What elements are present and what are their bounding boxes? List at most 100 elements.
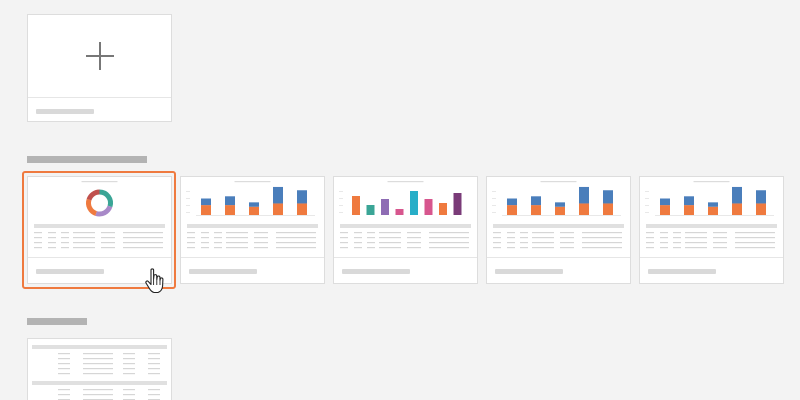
table-row bbox=[187, 232, 316, 234]
table-cell bbox=[646, 247, 654, 249]
table-cell bbox=[201, 247, 209, 249]
table-cell bbox=[354, 232, 362, 234]
bar-segment-blue bbox=[531, 196, 541, 206]
template-caption bbox=[342, 269, 410, 274]
table-cell bbox=[429, 242, 469, 244]
plus-icon[interactable] bbox=[85, 42, 114, 70]
table-row bbox=[187, 247, 316, 249]
table-cell bbox=[83, 353, 113, 355]
bar-segment-orange bbox=[249, 206, 259, 215]
table-cell bbox=[660, 237, 668, 239]
section-heading-recent bbox=[27, 318, 87, 325]
bar-segment-blue bbox=[684, 196, 694, 206]
table-cell bbox=[148, 373, 160, 375]
table-header bbox=[187, 224, 318, 228]
table-cell bbox=[379, 242, 401, 244]
table-cell bbox=[187, 237, 195, 239]
bar-segment-blue bbox=[249, 202, 259, 207]
table-header bbox=[646, 224, 777, 228]
table-cell bbox=[254, 237, 268, 239]
y-tick bbox=[339, 191, 343, 192]
table-cell bbox=[407, 247, 421, 249]
template-thumbnail[interactable] bbox=[487, 177, 630, 258]
bar bbox=[410, 191, 418, 215]
table-cell bbox=[367, 242, 375, 244]
table-cell bbox=[254, 247, 268, 249]
table-cell bbox=[226, 242, 248, 244]
table-cell bbox=[58, 373, 70, 375]
table-cell bbox=[560, 237, 574, 239]
table-cell bbox=[214, 242, 222, 244]
y-tick bbox=[492, 212, 496, 213]
bar-segment-blue bbox=[507, 198, 517, 206]
new-report-card[interactable] bbox=[27, 14, 172, 122]
recent-report-card[interactable] bbox=[27, 338, 172, 400]
table-cell bbox=[123, 394, 135, 396]
bar-segment-orange bbox=[756, 203, 766, 215]
table-cell bbox=[276, 232, 316, 234]
bar-segment-blue bbox=[579, 186, 589, 204]
table-header bbox=[32, 381, 167, 385]
table-cell bbox=[367, 237, 375, 239]
table-cell bbox=[379, 247, 401, 249]
bar-segment-orange bbox=[297, 203, 307, 215]
template-thumbnail[interactable] bbox=[334, 177, 477, 258]
preview-title bbox=[540, 181, 577, 183]
table-cell bbox=[507, 242, 515, 244]
table-cell bbox=[379, 232, 401, 234]
template-thumbnail[interactable] bbox=[640, 177, 783, 258]
y-tick bbox=[645, 205, 649, 206]
table-cell bbox=[123, 358, 135, 360]
table-cell bbox=[507, 237, 515, 239]
bar-segment-blue bbox=[297, 190, 307, 204]
table-cell bbox=[214, 237, 222, 239]
table-cell bbox=[407, 242, 421, 244]
template-preview bbox=[186, 181, 318, 249]
bar-segment-blue bbox=[273, 186, 283, 204]
y-tick bbox=[186, 212, 190, 213]
recent-report-thumbnail[interactable] bbox=[28, 339, 171, 400]
table-cell bbox=[429, 237, 469, 239]
table-cell bbox=[367, 232, 375, 234]
template-thumbnail[interactable] bbox=[181, 177, 324, 258]
table-cell bbox=[58, 353, 70, 355]
table-cell bbox=[214, 232, 222, 234]
table-header bbox=[340, 224, 471, 228]
bar bbox=[395, 209, 404, 215]
report-gallery bbox=[0, 0, 800, 400]
y-tick bbox=[186, 198, 190, 199]
preview-title bbox=[693, 181, 730, 183]
table-cell bbox=[58, 394, 70, 396]
new-report-thumbnail[interactable] bbox=[28, 15, 171, 98]
table-cell bbox=[226, 247, 248, 249]
template-card[interactable] bbox=[180, 176, 325, 284]
bar-segment-orange bbox=[684, 205, 694, 215]
table-cell bbox=[660, 247, 668, 249]
table-cell bbox=[187, 247, 195, 249]
template-card[interactable] bbox=[333, 176, 478, 284]
new-report-caption bbox=[36, 109, 94, 114]
y-tick bbox=[492, 205, 496, 206]
table-cell bbox=[340, 237, 348, 239]
table-cell bbox=[254, 242, 268, 244]
table-cell bbox=[354, 247, 362, 249]
table-cell bbox=[582, 232, 622, 234]
table-cell bbox=[646, 237, 654, 239]
table-cell bbox=[254, 232, 268, 234]
y-tick bbox=[186, 205, 190, 206]
table-row bbox=[646, 232, 775, 234]
table-cell bbox=[148, 358, 160, 360]
table-cell bbox=[354, 242, 362, 244]
bar-segment-blue bbox=[603, 190, 613, 204]
table-row bbox=[340, 242, 469, 244]
template-caption bbox=[648, 269, 716, 274]
bar-segment-blue bbox=[555, 202, 565, 207]
table-cell bbox=[148, 363, 160, 365]
template-card[interactable] bbox=[486, 176, 631, 284]
template-card[interactable] bbox=[639, 176, 784, 284]
table-cell bbox=[187, 242, 195, 244]
bar-segment-blue bbox=[660, 198, 670, 206]
table-cell bbox=[532, 232, 554, 234]
table-cell bbox=[735, 232, 775, 234]
table-cell bbox=[83, 358, 113, 360]
